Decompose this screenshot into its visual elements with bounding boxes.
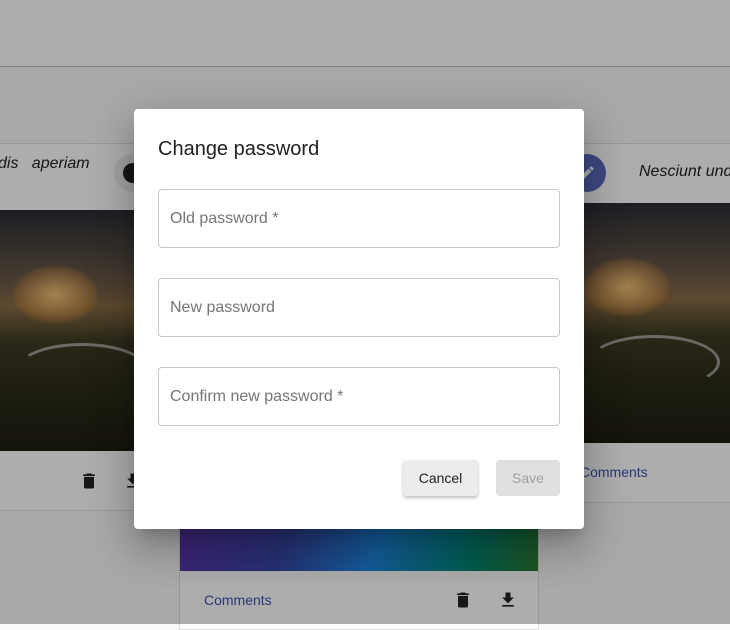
new-password-field [158,278,560,337]
old-password-input[interactable] [159,190,559,247]
change-password-dialog: Change password Cancel Save [134,109,584,529]
confirm-password-field [158,367,560,426]
confirm-password-input[interactable] [159,368,559,425]
save-button[interactable]: Save [496,460,560,496]
old-password-field [158,189,560,248]
dialog-title: Change password [158,138,320,160]
cancel-button[interactable]: Cancel [403,460,478,496]
new-password-input[interactable] [159,279,559,336]
